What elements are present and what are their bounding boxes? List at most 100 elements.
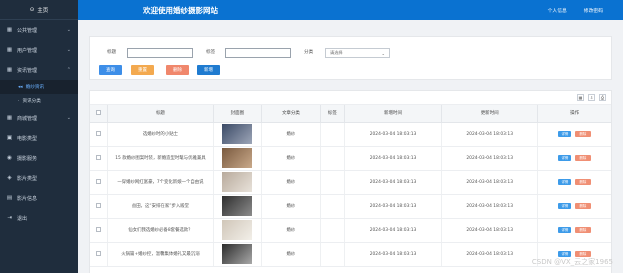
exit-icon: ⇥ xyxy=(7,215,12,221)
actions-cell: 详情 删除 xyxy=(537,218,611,243)
cover-image xyxy=(222,244,253,264)
category-cell: 婚纱 xyxy=(261,194,321,219)
actions-cell: 详情 删除 xyxy=(537,122,611,147)
row-select-cell[interactable] xyxy=(90,218,108,243)
detail-button[interactable]: 详情 xyxy=(558,155,572,161)
cover-image xyxy=(222,220,253,240)
cover-cell xyxy=(213,122,262,147)
column-header: 新增时间 xyxy=(344,105,443,123)
export-icon[interactable]: ⇩ xyxy=(588,94,595,101)
sidebar-item-users[interactable]: ▦ 用户管理 ⌄ xyxy=(0,40,78,60)
actions-cell: 详情 删除 xyxy=(537,194,611,219)
select-all-checkbox[interactable] xyxy=(95,109,101,115)
column-header: 标签 xyxy=(320,105,345,123)
profile-link[interactable]: 个人信息 xyxy=(548,7,567,14)
query-button[interactable]: 查询 xyxy=(99,65,122,75)
created-cell: 2024-03-04 18:03:13 xyxy=(344,146,443,171)
row-delete-button[interactable]: 删除 xyxy=(574,131,591,137)
row-select-cell[interactable] xyxy=(90,122,108,147)
sidebar-item-news[interactable]: ▦ 资讯管理 ⌃ xyxy=(0,60,78,80)
row-delete-button[interactable]: 删除 xyxy=(574,227,591,233)
title-cell: 益田，这“安排在家”步入殿堂 xyxy=(107,194,214,219)
row-checkbox[interactable] xyxy=(95,202,101,208)
sidebar-item-shop[interactable]: ▦ 商城管理 ⌄ xyxy=(0,108,78,128)
detail-button[interactable]: 详情 xyxy=(558,227,572,233)
data-table: 标题 封面图 文章分类 标签 新增时间 更新时间 操作 选婚纱时的小贴士 婚纱 … xyxy=(90,105,611,267)
category-select[interactable]: 请选择 ⌄ xyxy=(325,48,390,58)
chevron-down-icon: ⌄ xyxy=(66,27,71,33)
tag-cell xyxy=(320,194,345,219)
cover-cell xyxy=(213,146,262,171)
cover-cell xyxy=(213,194,262,219)
row-delete-button[interactable]: 删除 xyxy=(574,155,591,161)
updated-cell: 2024-03-04 18:03:13 xyxy=(441,218,539,243)
table-row: 15 款婚纱图案时装，新婚造型时髦与优雅兼具 婚纱 2024-03-04 18:… xyxy=(90,146,611,171)
main-content: 标题 标签 分类 请选择 ⌄ 查询 重置 删除 新增 ▦ ⇩ ⎙ 标题 封面图 … xyxy=(78,20,623,273)
category-select-value: 请选择 xyxy=(330,50,343,55)
page-title: 欢迎使用婚纱摄影网站 xyxy=(143,5,218,15)
row-delete-button[interactable]: 删除 xyxy=(574,203,591,209)
change-password-link[interactable]: 修改密码 xyxy=(584,7,603,14)
actions-cell: 详情 删除 xyxy=(537,170,611,195)
row-select-cell[interactable] xyxy=(90,194,108,219)
sidebar-item-label: 资讯管理 xyxy=(17,67,38,74)
row-checkbox[interactable] xyxy=(95,250,101,256)
title-input[interactable] xyxy=(127,48,193,58)
dot-icon: · xyxy=(18,98,20,104)
row-select-cell[interactable] xyxy=(90,170,108,195)
sidebar-subitem-news-category[interactable]: · 资讯分类 xyxy=(0,94,78,108)
created-cell: 2024-03-04 18:03:13 xyxy=(344,194,443,219)
detail-button[interactable]: 详情 xyxy=(558,203,572,209)
row-select-cell[interactable] xyxy=(90,146,108,171)
sidebar-item-photo-service[interactable]: ◉ 摄影服务 xyxy=(0,148,78,168)
updated-cell: 2024-03-04 18:03:13 xyxy=(441,194,539,219)
sidebar-home-label: 主页 xyxy=(37,7,49,14)
top-header: 欢迎使用婚纱摄影网站 个人信息 修改密码 xyxy=(78,0,623,20)
print-icon[interactable]: ⎙ xyxy=(599,94,606,101)
add-button[interactable]: 新增 xyxy=(197,65,220,75)
table-row: 选婚纱时的小贴士 婚纱 2024-03-04 18:03:13 2024-03-… xyxy=(90,122,611,147)
chevron-up-icon: ⌃ xyxy=(66,67,71,73)
sidebar-item-label: 商城管理 xyxy=(17,115,38,122)
sidebar-item-movie-type[interactable]: ▣ 电影类型 xyxy=(0,128,78,148)
data-table-panel: ▦ ⇩ ⎙ 标题 封面图 文章分类 标签 新增时间 更新时间 操作 选婚纱时的小… xyxy=(89,90,612,273)
double-arrow-icon: ◂◂ xyxy=(18,84,23,90)
sidebar-item-logout[interactable]: ⇥ 退出 xyxy=(0,208,78,228)
sidebar-item-public[interactable]: ▦ 公共管理 ⌄ xyxy=(0,20,78,40)
grid-icon: ▦ xyxy=(6,27,13,33)
grid-icon: ▦ xyxy=(6,47,13,53)
sidebar-item-label: 影片类型 xyxy=(17,175,38,182)
title-cell: 一穿婚纱网红富豪，7个变化新娘一个自由说 xyxy=(107,170,214,195)
row-select-cell[interactable] xyxy=(90,242,108,267)
detail-button[interactable]: 详情 xyxy=(558,131,572,137)
row-checkbox[interactable] xyxy=(95,178,101,184)
reset-button[interactable]: 重置 xyxy=(131,65,154,75)
sidebar-item-film-type[interactable]: ◈ 影片类型 xyxy=(0,168,78,188)
sidebar-item-label: 影片信息 xyxy=(17,195,38,202)
row-checkbox[interactable] xyxy=(95,154,101,160)
film-icon: ▣ xyxy=(6,135,13,141)
sidebar-item-film-info[interactable]: ▤ 影片信息 xyxy=(0,188,78,208)
sidebar-item-label: 退出 xyxy=(17,215,28,222)
actions-cell: 详情 删除 xyxy=(537,146,611,171)
sidebar-item-label: 公共管理 xyxy=(17,27,38,34)
delete-button[interactable]: 删除 xyxy=(166,65,189,75)
cover-image xyxy=(222,148,253,168)
tag-input[interactable] xyxy=(225,48,291,58)
cover-cell xyxy=(213,170,262,195)
created-cell: 2024-03-04 18:03:13 xyxy=(344,170,443,195)
sidebar-home[interactable]: ⊙ 主页 xyxy=(0,0,78,20)
sidebar-item-label: 摄影服务 xyxy=(17,155,38,162)
watermark: CSDN @VX_云之家1965 xyxy=(531,258,613,266)
row-checkbox[interactable] xyxy=(95,130,101,136)
row-checkbox[interactable] xyxy=(95,226,101,232)
table-row: 一穿婚纱网红富豪，7个变化新娘一个自由说 婚纱 2024-03-04 18:03… xyxy=(90,170,611,195)
cover-cell xyxy=(213,218,262,243)
columns-icon[interactable]: ▦ xyxy=(577,94,584,101)
detail-button[interactable]: 详情 xyxy=(558,179,572,185)
tag-label: 标签 xyxy=(206,50,216,55)
row-delete-button[interactable]: 删除 xyxy=(574,179,591,185)
select-all-cell[interactable] xyxy=(90,105,108,123)
sidebar-subitem-wedding-news[interactable]: ◂◂ 婚纱资讯 xyxy=(0,80,78,94)
category-cell: 婚纱 xyxy=(261,122,321,147)
